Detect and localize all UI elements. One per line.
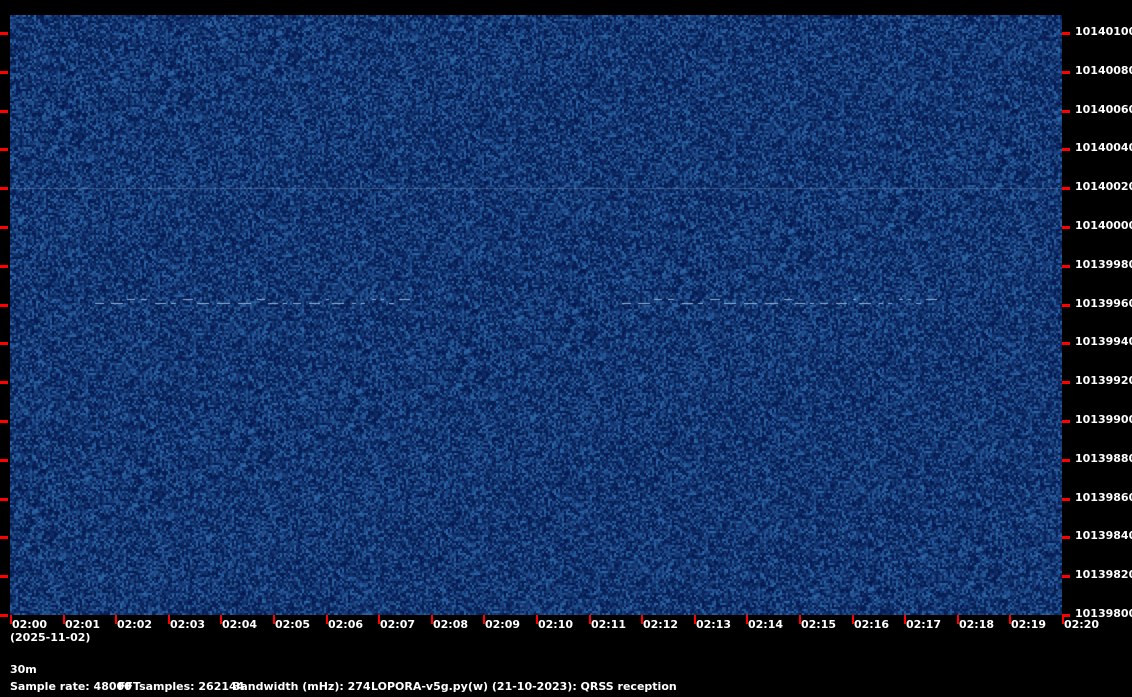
time-label: 02:11 <box>591 618 627 631</box>
frequency-tick <box>0 614 8 617</box>
frequency-label: 10139940 <box>1075 335 1132 349</box>
time-label: 02:17 <box>906 618 942 631</box>
time-label: 02:15 <box>801 618 837 631</box>
frequency-tick <box>1062 110 1070 113</box>
frequency-label: 10139820 <box>1075 568 1132 582</box>
frequency-label: 10140000 <box>1075 219 1132 232</box>
frequency-label: 10139840 <box>1075 529 1132 543</box>
frequency-label: 10139860 <box>1075 490 1132 504</box>
frequency-label: 10139960 <box>1075 296 1132 310</box>
frequency-label: 10139880 <box>1075 451 1132 465</box>
time-label: 02:02 <box>117 618 153 631</box>
fft-samples: FFTsamples: 262144 <box>118 680 245 693</box>
time-label: 02:08 <box>433 618 469 631</box>
frequency-tick <box>0 342 8 345</box>
frequency-tick <box>1062 226 1070 229</box>
frequency-tick <box>1062 32 1070 35</box>
frequency-tick <box>0 71 8 74</box>
frequency-label: 10140100 <box>1075 25 1132 38</box>
frequency-tick <box>1062 71 1070 74</box>
time-label: 02:09 <box>485 618 521 631</box>
frequency-tick <box>1062 498 1070 501</box>
time-label: 02:01 <box>65 618 101 631</box>
time-label: 02:00 <box>12 618 48 631</box>
frequency-tick <box>0 381 8 384</box>
time-label: 02:03 <box>170 618 206 631</box>
time-label: 02:06 <box>328 618 364 631</box>
frequency-tick <box>1062 459 1070 462</box>
frequency-label: 10140080 <box>1075 63 1132 77</box>
frequency-tick <box>1062 187 1070 190</box>
waterfall-spectrogram <box>10 15 1062 615</box>
frequency-tick <box>0 32 8 35</box>
frequency-tick <box>0 265 8 268</box>
frequency-tick <box>0 459 8 462</box>
time-label: 02:05 <box>275 618 311 631</box>
time-label: 02:07 <box>380 618 416 631</box>
time-label: 02:16 <box>854 618 890 631</box>
frequency-tick <box>0 420 8 423</box>
time-label: 02:10 <box>538 618 574 631</box>
frequency-tick <box>1062 265 1070 268</box>
frequency-tick <box>0 226 8 229</box>
frequency-tick <box>0 536 8 539</box>
frequency-tick <box>1062 342 1070 345</box>
frequency-tick <box>1062 304 1070 307</box>
frequency-tick <box>0 304 8 307</box>
band-label: 30m <box>10 663 37 676</box>
time-label: 02:04 <box>222 618 258 631</box>
frequency-tick <box>1062 420 1070 423</box>
frequency-label: 10140020 <box>1075 180 1132 194</box>
frequency-tick <box>0 148 8 151</box>
bandwidth: Bandwidth (mHz): 274 <box>232 680 371 693</box>
frequency-label: 10139920 <box>1075 374 1132 388</box>
time-label: 02:20 <box>1064 618 1100 631</box>
frequency-tick <box>0 187 8 190</box>
time-label: 02:19 <box>1011 618 1047 631</box>
program-info: LOPORA-v5g.py(w) (21-10-2023): QRSS rece… <box>371 680 677 693</box>
frequency-label: 10140040 <box>1075 141 1132 155</box>
time-label: 02:18 <box>959 618 995 631</box>
frequency-label: 10140060 <box>1075 102 1132 116</box>
frequency-label: 10139900 <box>1075 413 1132 426</box>
frequency-tick <box>1062 536 1070 539</box>
frequency-tick <box>1062 381 1070 384</box>
frequency-tick <box>1062 575 1070 578</box>
frequency-tick <box>1062 148 1070 151</box>
frequency-tick <box>0 110 8 113</box>
frequency-tick <box>0 498 8 501</box>
frequency-tick <box>0 575 8 578</box>
frequency-label: 10139980 <box>1075 257 1132 271</box>
sample-rate: Sample rate: 48000 <box>10 680 132 693</box>
time-label: 02:12 <box>643 618 679 631</box>
date-label: (2025-11-02) <box>10 631 91 644</box>
time-label: 02:14 <box>748 618 784 631</box>
time-label: 02:13 <box>696 618 732 631</box>
